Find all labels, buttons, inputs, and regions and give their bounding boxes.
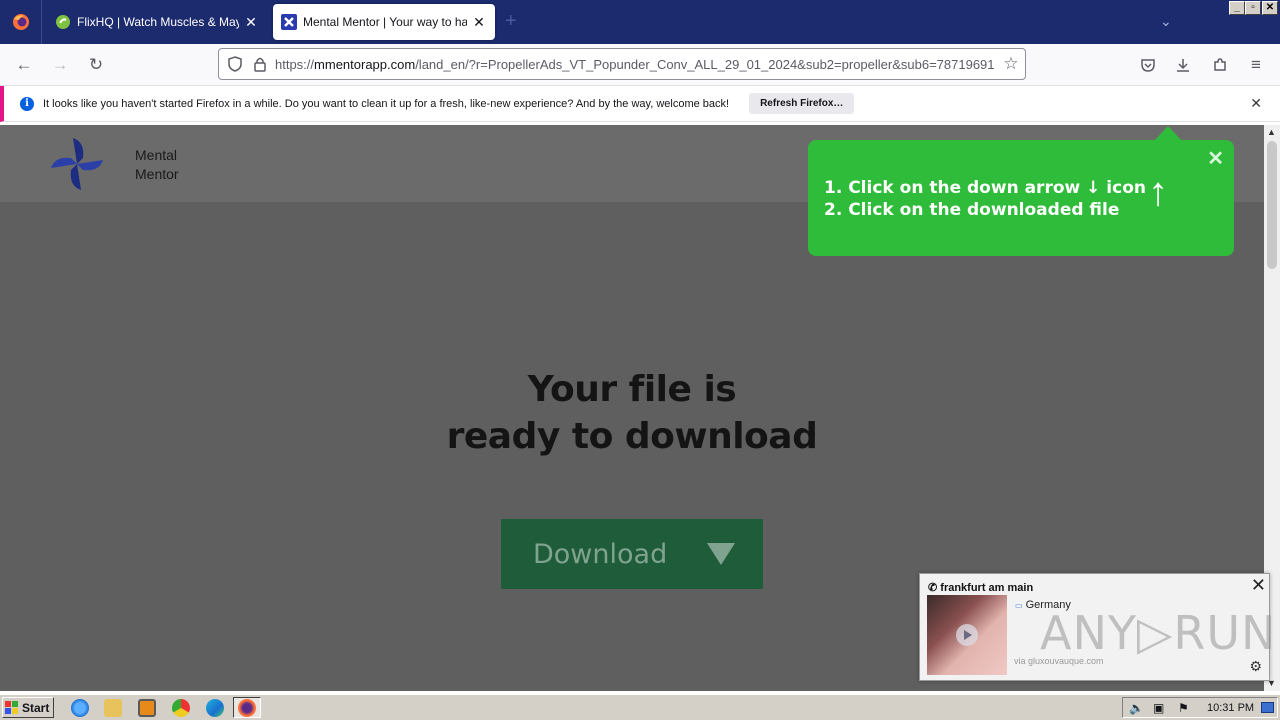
network-icon[interactable]: ▣ xyxy=(1153,701,1164,715)
forward-button[interactable]: → xyxy=(47,52,73,78)
triangle-down-icon xyxy=(707,543,735,565)
clock: 10:31 PM xyxy=(1207,702,1255,714)
start-label: Start xyxy=(22,700,50,715)
new-tab-button[interactable]: + xyxy=(505,10,517,33)
lock-icon[interactable] xyxy=(253,56,267,72)
app-menu-button[interactable]: ≡ xyxy=(1243,52,1269,78)
windows-taskbar: Start 🔈 ▣ ⚑ 10:31 PM xyxy=(0,694,1280,720)
ad-title: ✆ frankfurt am main xyxy=(928,581,1033,594)
notification-close-button[interactable]: ✕ xyxy=(1250,95,1262,112)
restore-button[interactable]: ▫ xyxy=(1245,1,1261,15)
tab-title: FlixHQ | Watch Muscles & Mayhem xyxy=(77,15,239,29)
url-host: mmentorapp.com xyxy=(314,56,416,72)
mental-mentor-favicon-icon xyxy=(281,14,297,30)
pocket-button[interactable] xyxy=(1135,52,1161,78)
brand-line-2: Mentor xyxy=(135,166,179,182)
windows-logo-icon xyxy=(5,700,18,714)
firefox-icon xyxy=(12,14,29,30)
mental-mentor-logo[interactable] xyxy=(46,133,108,195)
ad-thumbnail[interactable] xyxy=(927,595,1007,675)
ad-location: frankfurt am main xyxy=(940,582,1034,594)
media-player-icon[interactable] xyxy=(138,699,156,717)
address-bar[interactable]: https://mmentorapp.com/land_en/?r=Propel… xyxy=(218,48,1026,80)
ad-popup[interactable]: ✆ frankfurt am main ▭ Germany ANY▷RUN vi… xyxy=(919,573,1275,681)
tab-flixhq[interactable]: FlixHQ | Watch Muscles & Mayhem ✕ xyxy=(47,4,267,40)
info-icon: i xyxy=(20,96,34,111)
tab-close-button[interactable]: ✕ xyxy=(243,14,259,31)
tab-strip: FlixHQ | Watch Muscles & Mayhem ✕ Mental… xyxy=(0,0,1280,44)
firefox-menu-button[interactable] xyxy=(0,0,42,44)
pocket-icon xyxy=(1141,59,1155,72)
refresh-firefox-button[interactable]: Refresh Firefox… xyxy=(749,93,855,114)
shield-icon[interactable] xyxy=(227,56,243,72)
downloads-button[interactable] xyxy=(1170,52,1196,78)
reload-button[interactable]: ↻ xyxy=(83,52,109,78)
hint-step-2: 2. Click on the downloaded file xyxy=(824,200,1120,220)
arrow-right-icon: → xyxy=(51,55,69,74)
hint-pointer xyxy=(1154,126,1182,141)
brand-line-1: Mental xyxy=(135,147,178,163)
anyrun-watermark: ANY▷RUN xyxy=(1040,606,1277,660)
hint-step-1: 1. Click on the down arrow ↓ icon xyxy=(824,178,1146,198)
hamburger-icon: ≡ xyxy=(1251,55,1261,74)
navigation-toolbar: ← → ↻ https://mmentorapp.com/land_en/?r=… xyxy=(0,44,1280,86)
download-button[interactable]: Download xyxy=(501,519,763,589)
arrow-left-icon: ← xyxy=(15,55,33,74)
show-desktop-icon[interactable] xyxy=(1261,702,1274,713)
volume-icon[interactable]: 🔈 xyxy=(1129,701,1144,715)
download-arrow-icon xyxy=(1177,59,1189,72)
tab-title: Mental Mentor | Your way to harmony xyxy=(303,15,467,29)
url-path: /land_en/?r=PropellerAds_VT_Popunder_Con… xyxy=(415,56,995,72)
arrow-up-icon: ↑ xyxy=(1148,170,1168,214)
flag-notification-icon[interactable]: ⚑ xyxy=(1178,701,1189,715)
minimize-button[interactable]: _ xyxy=(1229,1,1245,15)
system-tray: 🔈 ▣ ⚑ 10:31 PM xyxy=(1122,697,1278,718)
flag-icon: ▭ xyxy=(1015,601,1023,610)
hint-close-button[interactable]: ✕ xyxy=(1207,146,1224,171)
scroll-thumb[interactable] xyxy=(1267,141,1277,269)
hint-instructions: 1. Click on the down arrow ↓ icon 2. Cli… xyxy=(824,177,1146,221)
firefox-icon xyxy=(238,699,256,717)
url-prefix: https:// xyxy=(275,56,315,72)
puzzle-icon xyxy=(1214,58,1226,71)
bookmark-star-icon[interactable]: ☆ xyxy=(1000,53,1022,75)
taskbar-firefox-button[interactable] xyxy=(233,697,261,718)
tab-mental-mentor[interactable]: Mental Mentor | Your way to harmony ✕ xyxy=(273,4,495,40)
back-button[interactable]: ← xyxy=(11,52,37,78)
edge-icon[interactable] xyxy=(206,699,224,717)
flixhq-favicon-icon xyxy=(56,15,70,29)
close-window-button[interactable]: ✕ xyxy=(1262,1,1278,15)
page-headline: Your file is ready to download xyxy=(0,366,1264,460)
phone-icon: ✆ xyxy=(928,582,938,594)
tab-close-button[interactable]: ✕ xyxy=(471,14,487,31)
extensions-button[interactable] xyxy=(1207,52,1233,78)
notification-text: It looks like you haven't started Firefo… xyxy=(43,97,730,110)
headline-line-2: ready to download xyxy=(446,416,818,457)
internet-explorer-icon[interactable] xyxy=(71,699,89,717)
chrome-icon[interactable] xyxy=(172,699,190,717)
play-icon[interactable] xyxy=(956,624,978,646)
notification-bar: i It looks like you haven't started Fire… xyxy=(0,86,1280,122)
file-explorer-icon[interactable] xyxy=(104,699,122,717)
list-all-tabs-icon[interactable]: ⌄ xyxy=(1160,13,1172,30)
download-hint-popup: 1. Click on the down arrow ↓ icon 2. Cli… xyxy=(808,140,1234,256)
scroll-up-icon[interactable]: ▲ xyxy=(1267,127,1276,137)
start-button[interactable]: Start xyxy=(2,697,54,718)
reload-icon: ↻ xyxy=(88,55,104,74)
brand-name: Mental Mentor xyxy=(135,146,179,184)
headline-line-1: Your file is xyxy=(527,369,737,410)
ad-close-button[interactable]: ✕ xyxy=(1251,575,1266,596)
gear-icon[interactable]: ⚙ xyxy=(1249,658,1262,675)
download-button-label: Download xyxy=(533,538,668,570)
ad-source: via gluxouvauque.com xyxy=(1014,656,1104,666)
